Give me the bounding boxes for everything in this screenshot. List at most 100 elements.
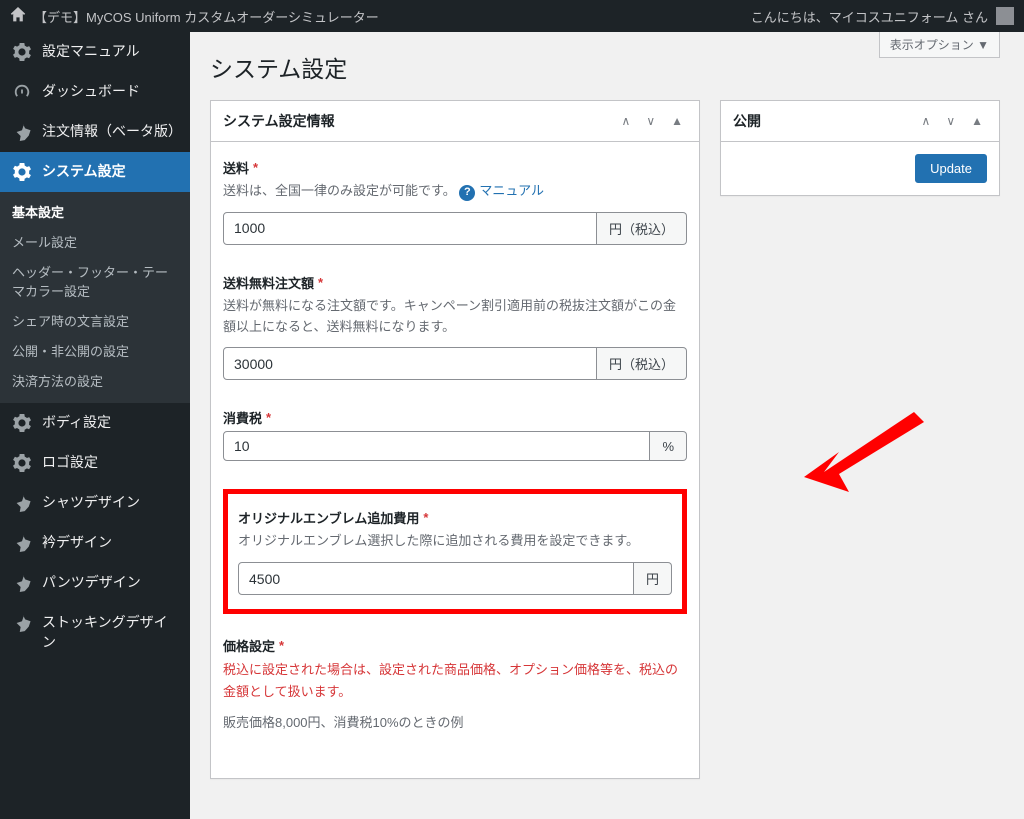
free-shipping-input[interactable] — [223, 347, 597, 380]
sidebar-item-label: 設定マニュアル — [42, 42, 180, 62]
chevron-up-icon[interactable]: ∧ — [918, 110, 935, 132]
input-row: % — [223, 431, 687, 461]
field-label: 送料 * — [223, 158, 687, 177]
pin-icon — [12, 122, 32, 142]
input-row: 円（税込） — [223, 347, 687, 380]
field-label: 消費税 * — [223, 408, 687, 427]
sidebar-item-pants-design[interactable]: パンツデザイン — [0, 563, 190, 603]
pin-icon — [12, 573, 32, 593]
required-star-icon: * — [423, 510, 428, 525]
submenu-item-share[interactable]: シェア時の文言設定 — [0, 307, 190, 337]
sidebar-item-logo-settings[interactable]: ロゴ設定 — [0, 443, 190, 483]
required-star-icon: * — [266, 410, 271, 425]
chevron-down-icon[interactable]: ∨ — [942, 110, 959, 132]
update-button[interactable]: Update — [915, 154, 987, 183]
sidebar-item-label: ロゴ設定 — [42, 453, 180, 473]
sidebar-item-stocking-design[interactable]: ストッキングデザイン — [0, 603, 190, 662]
pin-icon — [12, 613, 32, 633]
field-free-shipping: 送料無料注文額 * 送料が無料になる注文額です。キャンペーン割引適用前の税抜注文… — [223, 273, 687, 381]
field-shipping: 送料 * 送料は、全国一律のみ設定が可能です。 ? マニュアル 円（税込） — [223, 158, 687, 245]
pin-icon — [12, 493, 32, 513]
layout: 設定マニュアル ダッシュボード 注文情報（ベータ版） システム設定 基本設定 メ… — [0, 32, 1024, 819]
site-title-text[interactable]: 【デモ】MyCOS Uniform カスタムオーダーシミュレーター — [34, 7, 379, 26]
submenu-item-mail[interactable]: メール設定 — [0, 228, 190, 258]
chevron-up-icon[interactable]: ∧ — [618, 110, 635, 132]
gear-icon — [12, 162, 32, 182]
sidebar-submenu: 基本設定 メール設定 ヘッダー・フッター・テーマカラー設定 シェア時の文言設定 … — [0, 192, 190, 403]
sidebar-item-collar-design[interactable]: 衿デザイン — [0, 523, 190, 563]
caret-up-icon[interactable]: ▲ — [667, 110, 687, 132]
submenu-item-theme[interactable]: ヘッダー・フッター・テーマカラー設定 — [0, 258, 190, 306]
sidebar-item-label: パンツデザイン — [42, 573, 180, 593]
required-star-icon: * — [253, 160, 258, 175]
gear-icon — [12, 413, 32, 433]
sidebar-item-dashboard[interactable]: ダッシュボード — [0, 72, 190, 112]
emblem-cost-input[interactable] — [238, 562, 634, 595]
field-description: オリジナルエンブレム選択した際に追加される費用を設定できます。 — [238, 531, 672, 552]
sidebar-item-label: ストッキングデザイン — [42, 613, 180, 652]
input-suffix: 円（税込） — [597, 212, 687, 245]
system-settings-box: システム設定情報 ∧ ∨ ▲ 送料 * — [210, 100, 700, 779]
input-suffix: 円（税込） — [597, 347, 687, 380]
field-tax: 消費税 * % — [223, 408, 687, 461]
postbox-header: システム設定情報 ∧ ∨ ▲ — [211, 101, 699, 142]
screen-options: 表示オプション ▼ — [879, 32, 1000, 58]
pin-icon — [12, 533, 32, 553]
submenu-item-payment[interactable]: 決済方法の設定 — [0, 367, 190, 397]
highlight-box: オリジナルエンブレム追加費用 * オリジナルエンブレム選択した際に追加される費用… — [223, 489, 687, 614]
postbox-header: 公開 ∧ ∨ ▲ — [721, 101, 999, 142]
sidebar-item-shirt-design[interactable]: シャツデザイン — [0, 483, 190, 523]
postbox-title: システム設定情報 — [223, 101, 335, 141]
field-label: 送料無料注文額 * — [223, 273, 687, 292]
dashboard-icon — [12, 82, 32, 102]
help-icon[interactable]: ? — [459, 185, 475, 201]
side-column: 公開 ∧ ∨ ▲ Update — [720, 100, 1000, 799]
warning-text: 税込に設定された場合は、設定された商品価格、オプション価格等を、税込の金額として… — [223, 659, 687, 703]
chevron-down-icon[interactable]: ∨ — [642, 110, 659, 132]
input-row: 円 — [238, 562, 672, 595]
sidebar-item-manual[interactable]: 設定マニュアル — [0, 32, 190, 72]
content-columns: システム設定情報 ∧ ∨ ▲ 送料 * — [210, 100, 1000, 799]
tax-input[interactable] — [223, 431, 650, 461]
greeting-text: こんにちは、マイコスユニフォーム さん — [751, 7, 988, 26]
sidebar-item-label: システム設定 — [42, 162, 180, 182]
input-suffix: % — [650, 431, 687, 461]
sidebar-item-label: ダッシュボード — [42, 82, 180, 102]
submenu-item-basic[interactable]: 基本設定 — [0, 198, 190, 228]
postbox-title: 公開 — [733, 101, 761, 141]
sidebar-item-orders[interactable]: 注文情報（ベータ版） — [0, 112, 190, 152]
example-text: 販売価格8,000円、消費税10%のときの例 — [223, 713, 687, 734]
sidebar-item-label: 注文情報（ベータ版） — [42, 122, 180, 142]
sidebar-item-label: ボディ設定 — [42, 413, 180, 433]
field-label: 価格設定 * — [223, 636, 687, 655]
submenu-item-publish[interactable]: 公開・非公開の設定 — [0, 337, 190, 367]
manual-link[interactable]: マニュアル — [479, 183, 544, 198]
label-text: 送料無料注文額 — [223, 273, 314, 292]
sidebar-item-body-settings[interactable]: ボディ設定 — [0, 403, 190, 443]
publish-actions: Update — [721, 142, 999, 195]
sidebar-item-system-settings[interactable]: システム設定 — [0, 152, 190, 192]
input-suffix: 円 — [634, 562, 672, 595]
field-price-setting: 価格設定 * 税込に設定された場合は、設定された商品価格、オプション価格等を、税… — [223, 636, 687, 734]
caret-up-icon[interactable]: ▲ — [967, 110, 987, 132]
home-icon[interactable] — [10, 7, 26, 26]
field-description: 送料は、全国一律のみ設定が可能です。 ? マニュアル — [223, 181, 687, 202]
field-label: オリジナルエンブレム追加費用 * — [238, 508, 672, 527]
required-star-icon: * — [279, 638, 284, 653]
publish-box: 公開 ∧ ∨ ▲ Update — [720, 100, 1000, 196]
admin-sidebar: 設定マニュアル ダッシュボード 注文情報（ベータ版） システム設定 基本設定 メ… — [0, 32, 190, 819]
postbox-actions: ∧ ∨ ▲ — [918, 110, 987, 132]
label-text: 価格設定 — [223, 636, 275, 655]
label-text: 送料 — [223, 158, 249, 177]
gear-icon — [12, 42, 32, 62]
shipping-input[interactable] — [223, 212, 597, 245]
admin-bar-left: 【デモ】MyCOS Uniform カスタムオーダーシミュレーター — [10, 7, 379, 26]
avatar[interactable] — [996, 7, 1014, 25]
admin-bar: 【デモ】MyCOS Uniform カスタムオーダーシミュレーター こんにちは、… — [0, 0, 1024, 32]
admin-bar-right[interactable]: こんにちは、マイコスユニフォーム さん — [751, 7, 1014, 26]
label-text: 消費税 — [223, 408, 262, 427]
input-row: 円（税込） — [223, 212, 687, 245]
desc-text: 送料は、全国一律のみ設定が可能です。 — [223, 183, 456, 198]
screen-options-button[interactable]: 表示オプション ▼ — [879, 32, 1000, 58]
main-column: システム設定情報 ∧ ∨ ▲ 送料 * — [210, 100, 700, 799]
